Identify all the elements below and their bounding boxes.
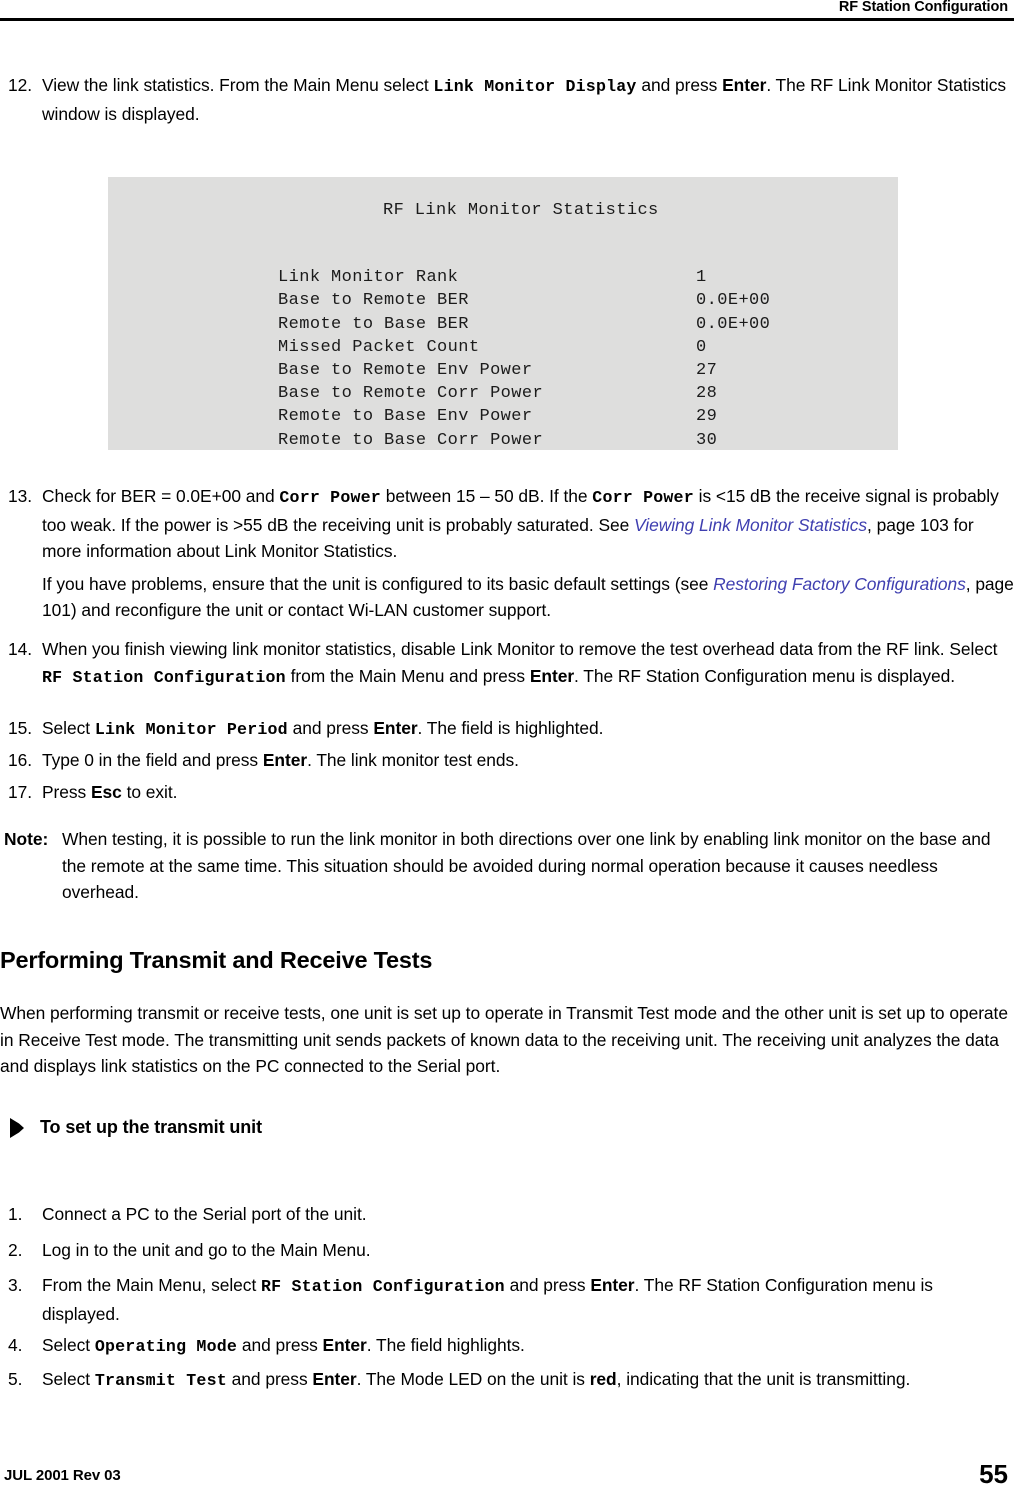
page-header: RF Station Configuration bbox=[0, 0, 1014, 22]
list-item: 3. From the Main Menu, select RF Station… bbox=[0, 1272, 1008, 1327]
section-body: When performing transmit or receive test… bbox=[0, 1000, 1008, 1080]
menu-item-link-monitor-display: Link Monitor Display bbox=[433, 77, 637, 96]
footer-revision: JUL 2001 Rev 03 bbox=[4, 1467, 121, 1484]
stat-value: 0.0E+00 bbox=[696, 291, 771, 311]
menu-item-link-monitor-period: Link Monitor Period bbox=[94, 720, 288, 739]
key-enter: Enter bbox=[590, 1275, 635, 1295]
step-13-number: 13. bbox=[8, 486, 33, 506]
stat-value: 27 bbox=[696, 360, 718, 380]
cross-reference-link[interactable]: Viewing Link Monitor Statistics bbox=[634, 515, 867, 535]
stat-label: Link Monitor Rank bbox=[278, 268, 459, 288]
terminal-screenshot: RF Link Monitor Statistics Link Monitor … bbox=[108, 177, 898, 450]
proc-step-5-number: 5. bbox=[8, 1368, 23, 1389]
step-12: 12. View the link statistics. From the M… bbox=[0, 72, 1014, 132]
key-enter: Enter bbox=[312, 1368, 357, 1389]
proc-step-2-number: 2. bbox=[8, 1239, 23, 1260]
stat-value: 29 bbox=[696, 407, 718, 427]
step-17: 17. Press Esc to exit. bbox=[0, 779, 1014, 811]
stat-value: 1 bbox=[696, 268, 707, 288]
step-13-subparagraph: If you have problems, ensure that the un… bbox=[42, 573, 1014, 621]
key-enter: Enter bbox=[529, 665, 575, 686]
terminal-title: RF Link Monitor Statistics bbox=[383, 201, 659, 220]
stat-label: Missed Packet Count bbox=[278, 337, 480, 357]
stat-value: 0.0E+00 bbox=[696, 314, 771, 334]
proc-step-1-text: Connect a PC to the Serial port of the u… bbox=[42, 1204, 367, 1224]
stat-label: Remote to Base BER bbox=[278, 314, 469, 334]
terminal-statistics-list: Link Monitor Rank 1 Base to Remote BER 0.0… bbox=[172, 243, 771, 449]
step-14-number: 14. bbox=[8, 639, 33, 659]
list-item: 2. Log in to the unit and go to the Main… bbox=[0, 1237, 1008, 1264]
step-15: 15. Select Link Monitor Period and press… bbox=[0, 715, 1014, 749]
cross-reference-link[interactable]: Restoring Factory Configurations bbox=[713, 574, 966, 594]
stat-label: Remote to Base Env Power bbox=[278, 407, 533, 427]
menu-item-rf-station-configuration: RF Station Configuration bbox=[42, 667, 286, 687]
stat-label: Base to Remote BER bbox=[278, 291, 469, 311]
step-16: 16. Type 0 in the field and press Enter.… bbox=[0, 747, 1014, 779]
table-row: Link Monitor Rank 1 bbox=[172, 243, 770, 287]
field-corr-power: Corr Power bbox=[592, 488, 694, 507]
procedure-heading-label: To set up the transmit unit bbox=[40, 1117, 262, 1137]
step-14: 14. When you finish viewing link monitor… bbox=[0, 636, 1014, 696]
step-17-number: 17. bbox=[8, 782, 33, 802]
key-enter: Enter bbox=[373, 718, 418, 738]
menu-item-operating-mode: Operating Mode bbox=[94, 1337, 238, 1356]
header-title: RF Station Configuration bbox=[838, 0, 1008, 15]
key-esc: Esc bbox=[91, 782, 122, 802]
stat-label: Base to Remote Corr Power bbox=[278, 384, 544, 404]
note-label: Note: bbox=[4, 829, 49, 849]
led-color-red: red bbox=[589, 1368, 617, 1389]
list-item: 4. Select Operating Mode and press Enter… bbox=[0, 1332, 1008, 1361]
list-item: 1. Connect a PC to the Serial port of th… bbox=[0, 1201, 1008, 1228]
note-text: When testing, it is possible to run the … bbox=[62, 829, 991, 902]
proc-step-2-text: Log in to the unit and go to the Main Me… bbox=[42, 1239, 371, 1260]
key-enter: Enter bbox=[322, 1335, 367, 1355]
menu-item-rf-station-configuration: RF Station Configuration bbox=[261, 1277, 505, 1296]
section-heading-block: Performing Transmit and Receive Tests bbox=[0, 947, 1014, 974]
procedure-heading-block: To set up the transmit unit bbox=[0, 1117, 1014, 1138]
step-17-text: Press Esc to exit. bbox=[42, 782, 178, 802]
note-block: Note: When testing, it is possible to ru… bbox=[0, 826, 1005, 906]
step-15-number: 15. bbox=[8, 718, 33, 738]
field-corr-power: Corr Power bbox=[279, 488, 381, 507]
page-title: Performing Transmit and Receive Tests bbox=[0, 947, 433, 973]
header-rule bbox=[0, 18, 1014, 21]
list-item: 5. Select Transmit Test and press Enter.… bbox=[0, 1366, 1008, 1395]
stat-value: 0 bbox=[696, 337, 707, 357]
procedure-steps: 1. Connect a PC to the Serial port of th… bbox=[0, 1201, 1008, 1399]
step-16-number: 16. bbox=[8, 750, 33, 770]
step-16-text: Type 0 in the field and press Enter. The… bbox=[42, 750, 519, 770]
step-13-text: Check for BER = 0.0E+00 and Corr Power b… bbox=[42, 486, 999, 561]
footer-page-number: 55 bbox=[979, 1459, 1008, 1489]
step-12-text: View the link statistics. From the Main … bbox=[42, 75, 1007, 124]
right-arrow-icon bbox=[9, 1118, 26, 1138]
step-15-text: Select Link Monitor Period and press Ent… bbox=[42, 718, 604, 739]
key-enter: Enter bbox=[722, 75, 767, 95]
stat-value: 28 bbox=[696, 384, 718, 404]
stat-value: 30 bbox=[696, 430, 718, 450]
proc-step-1-number: 1. bbox=[8, 1204, 23, 1224]
proc-step-3-text: From the Main Menu, select RF Station Co… bbox=[42, 1275, 933, 1324]
proc-step-5-text: Select Transmit Test and press Enter. Th… bbox=[42, 1368, 911, 1390]
stat-label: Remote to Base Corr Power bbox=[278, 430, 544, 450]
page-footer: JUL 2001 Rev 03 55 bbox=[0, 1454, 1014, 1489]
menu-item-transmit-test: Transmit Test bbox=[94, 1370, 227, 1390]
step-14-text: When you finish viewing link monitor sta… bbox=[42, 639, 998, 687]
section-body-text: When performing transmit or receive test… bbox=[0, 1003, 1008, 1076]
step-13: 13. Check for BER = 0.0E+00 and Corr Pow… bbox=[0, 483, 1014, 629]
proc-step-4-number: 4. bbox=[8, 1335, 23, 1355]
key-enter: Enter bbox=[262, 750, 308, 770]
document-page: RF Station Configuration 12. View the li… bbox=[0, 0, 1014, 1500]
proc-step-4-text: Select Operating Mode and press Enter. T… bbox=[42, 1335, 525, 1356]
stat-label: Base to Remote Env Power bbox=[278, 360, 533, 380]
proc-step-3-number: 3. bbox=[8, 1275, 23, 1295]
step-12-number: 12. bbox=[8, 75, 33, 95]
